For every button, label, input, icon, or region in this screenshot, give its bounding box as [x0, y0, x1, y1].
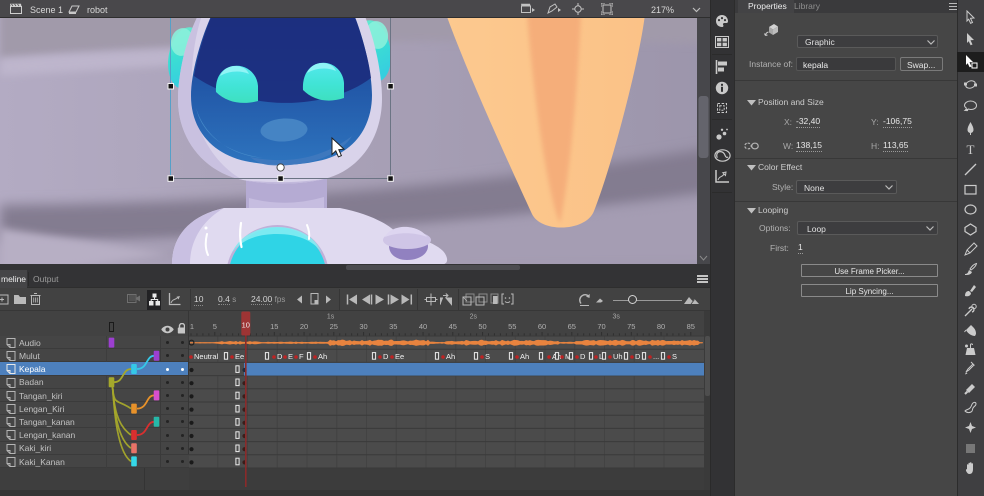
svg-text:60: 60: [538, 322, 546, 331]
svg-text:S: S: [672, 352, 677, 361]
svg-text:10: 10: [242, 321, 250, 330]
svg-text:1s: 1s: [327, 314, 335, 321]
svg-text:Ah: Ah: [446, 352, 455, 361]
svg-text:S: S: [485, 352, 490, 361]
svg-text:1: 1: [190, 322, 194, 331]
svg-text:E: E: [288, 352, 293, 361]
svg-text:2s: 2s: [470, 314, 478, 321]
svg-text:25: 25: [330, 322, 338, 331]
svg-text:Ah: Ah: [520, 352, 529, 361]
svg-text:70: 70: [597, 322, 605, 331]
svg-text:D: D: [580, 352, 586, 361]
svg-text:Ah: Ah: [318, 352, 327, 361]
svg-text:75: 75: [627, 322, 635, 331]
svg-text:35: 35: [389, 322, 397, 331]
svg-text:T: T: [967, 142, 975, 157]
svg-text:Uh: Uh: [613, 352, 623, 361]
svg-text:D: D: [277, 352, 283, 361]
svg-text:65: 65: [568, 322, 576, 331]
svg-text:D: D: [383, 352, 389, 361]
svg-text:30: 30: [359, 322, 367, 331]
svg-text:3s: 3s: [612, 314, 620, 321]
svg-text:40: 40: [419, 322, 427, 331]
svg-text:5: 5: [213, 322, 217, 331]
svg-text:45: 45: [449, 322, 457, 331]
svg-text:80: 80: [657, 322, 665, 331]
svg-text:Ee: Ee: [235, 352, 244, 361]
svg-text:F: F: [299, 352, 304, 361]
svg-text:55: 55: [508, 322, 516, 331]
svg-text:D: D: [635, 352, 641, 361]
svg-text:Neutral: Neutral: [194, 352, 219, 361]
svg-text:85: 85: [687, 322, 695, 331]
svg-text:15: 15: [270, 322, 278, 331]
svg-text:20: 20: [300, 322, 308, 331]
svg-text:...: ...: [653, 352, 659, 361]
svg-text:Ee: Ee: [395, 352, 404, 361]
svg-text:50: 50: [478, 322, 486, 331]
